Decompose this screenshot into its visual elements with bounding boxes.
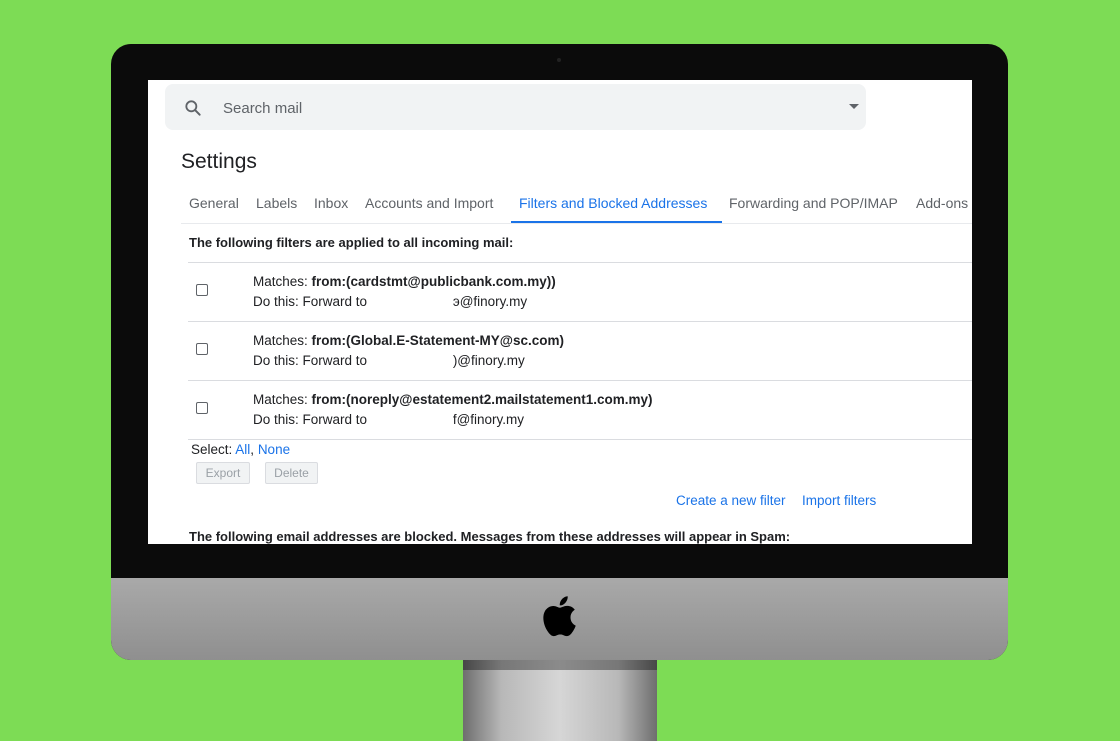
filter-action: Do this: Forward to э@finory.my <box>253 294 527 309</box>
filter-checkbox[interactable] <box>196 402 208 414</box>
filter-checkbox[interactable] <box>196 284 208 296</box>
filter-match: Matches: from:(Global.E-Statement-MY@sc.… <box>253 333 564 348</box>
select-separator: , <box>250 442 258 457</box>
page-title: Settings <box>181 150 257 173</box>
filter-match: Matches: from:(noreply@estatement2.mails… <box>253 392 653 407</box>
match-label: Matches: <box>253 392 312 407</box>
action-label: Do this: Forward to <box>253 294 368 309</box>
filter-action: Do this: Forward to f@finory.my <box>253 412 524 427</box>
search-input[interactable] <box>221 96 785 120</box>
match-criteria: from:(cardstmt@publicbank.com.my)) <box>311 274 556 289</box>
tab-forwarding-and-pop-imap[interactable]: Forwarding and POP/IMAP <box>729 195 898 211</box>
tab-inbox[interactable]: Inbox <box>314 195 348 211</box>
camera-dot <box>557 58 561 62</box>
settings-tabs: General Labels Inbox Accounts and Import… <box>181 183 972 224</box>
forward-address: f@finory.my <box>452 412 525 427</box>
gmail-settings-screen: Settings General Labels Inbox Accounts a… <box>148 80 972 544</box>
filters-list: Matches: from:(cardstmt@publicbank.com.m… <box>188 262 972 440</box>
match-criteria: from:(noreply@estatement2.mailstatement1… <box>311 392 653 407</box>
select-none-link[interactable]: None <box>258 442 290 457</box>
match-criteria: from:(Global.E-Statement-MY@sc.com) <box>311 333 564 348</box>
search-bar[interactable] <box>165 84 866 130</box>
select-all-link[interactable]: All <box>235 442 250 457</box>
filter-row: Matches: from:(Global.E-Statement-MY@sc.… <box>188 322 972 381</box>
monitor-stand <box>463 660 657 741</box>
select-controls: Select: All, None <box>191 442 290 457</box>
apple-logo-icon <box>543 596 576 637</box>
select-label: Select: <box>191 442 236 457</box>
redacted-address <box>371 296 453 308</box>
filter-row: Matches: from:(noreply@estatement2.mails… <box>188 381 972 440</box>
tab-add-ons[interactable]: Add-ons <box>916 195 968 211</box>
match-label: Matches: <box>253 333 312 348</box>
export-button[interactable]: Export <box>196 462 250 484</box>
create-filter-link[interactable]: Create a new filter <box>676 493 786 508</box>
filter-checkbox[interactable] <box>196 343 208 355</box>
match-label: Matches: <box>253 274 312 289</box>
tab-accounts-and-import[interactable]: Accounts and Import <box>365 195 493 211</box>
filter-action: Do this: Forward to )@finory.my <box>253 353 525 368</box>
forward-address: )@finory.my <box>452 353 525 368</box>
blocked-addresses-heading: The following email addresses are blocke… <box>189 529 791 544</box>
action-label: Do this: Forward to <box>253 353 368 368</box>
search-options-caret-icon[interactable] <box>849 104 859 109</box>
redacted-address <box>371 414 453 426</box>
filters-heading: The following filters are applied to all… <box>189 235 514 250</box>
tab-filters-and-blocked-addresses[interactable]: Filters and Blocked Addresses <box>519 195 707 211</box>
tab-labels[interactable]: Labels <box>256 195 297 211</box>
redacted-address <box>371 355 453 367</box>
filter-row: Matches: from:(cardstmt@publicbank.com.m… <box>188 263 972 322</box>
delete-button[interactable]: Delete <box>265 462 318 484</box>
import-filters-link[interactable]: Import filters <box>802 493 876 508</box>
action-label: Do this: Forward to <box>253 412 368 427</box>
tab-general[interactable]: General <box>189 195 239 211</box>
stand-shadow <box>463 660 657 670</box>
active-tab-indicator <box>511 221 722 223</box>
filter-match: Matches: from:(cardstmt@publicbank.com.m… <box>253 274 556 289</box>
forward-address: э@finory.my <box>452 294 528 309</box>
search-icon[interactable] <box>183 98 203 118</box>
